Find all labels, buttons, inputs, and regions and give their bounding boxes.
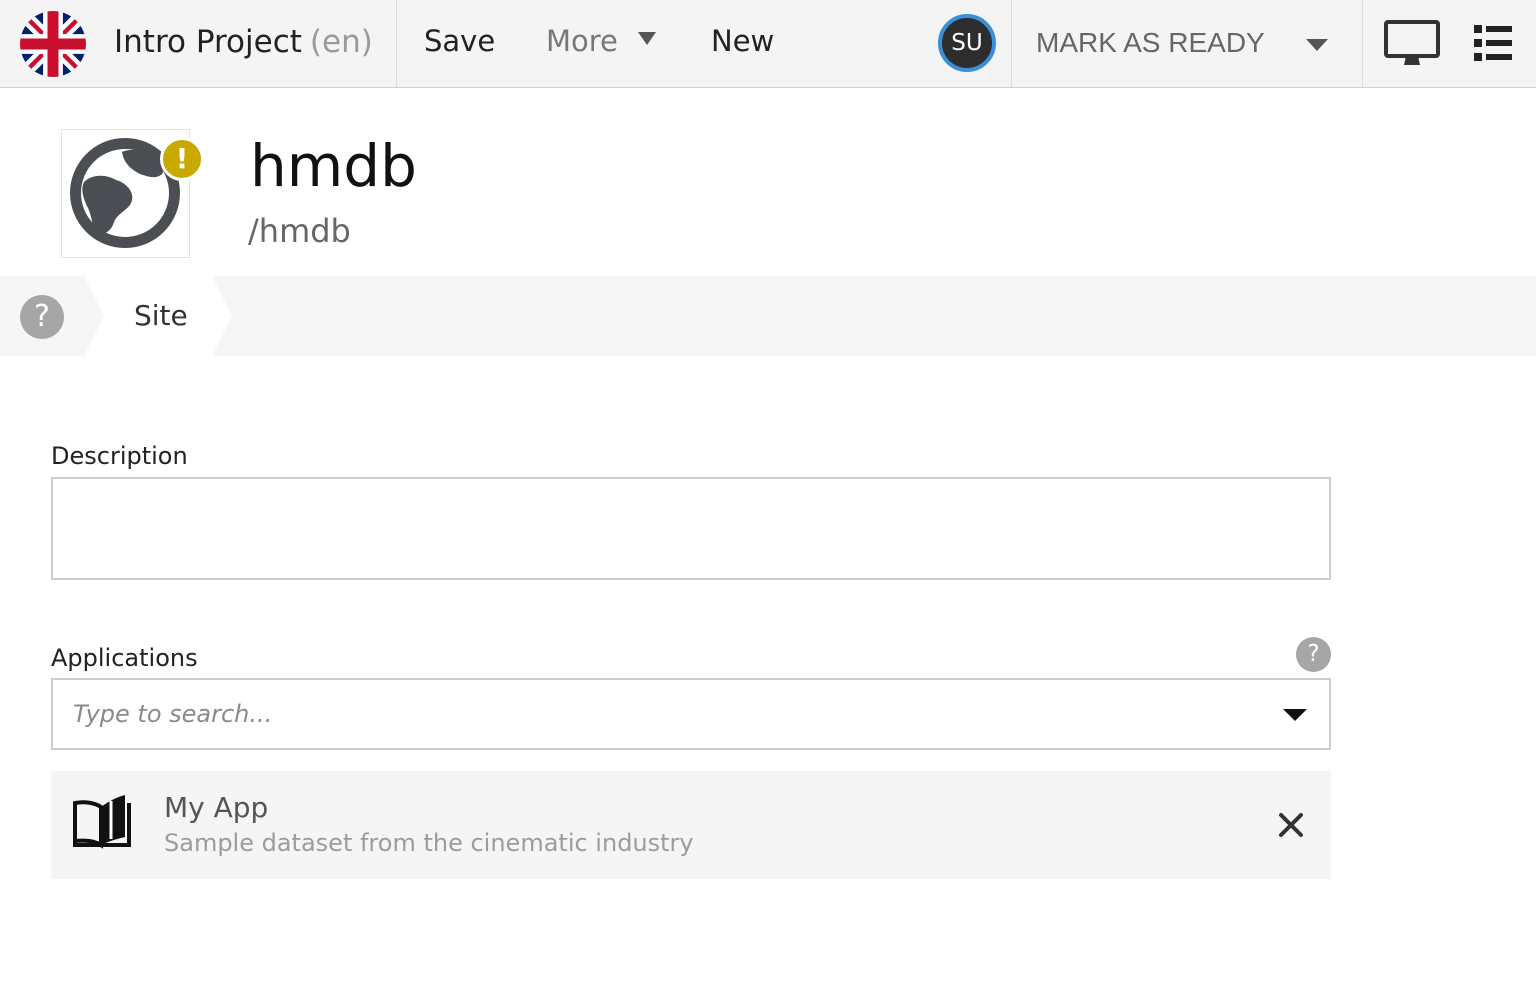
monitor-icon[interactable]: [1384, 20, 1440, 72]
page-path: /hmdb: [248, 212, 351, 250]
help-icon[interactable]: ?: [20, 295, 64, 339]
avatar[interactable]: SU: [938, 14, 996, 72]
breadcrumb: [0, 276, 1536, 356]
uk-flag-icon[interactable]: [20, 11, 86, 77]
toolbar-divider: [1362, 0, 1363, 87]
applications-help-icon[interactable]: ?: [1296, 637, 1331, 672]
chevron-down-icon[interactable]: [1283, 709, 1307, 721]
description-field[interactable]: [51, 477, 1331, 580]
search-input[interactable]: [73, 694, 1253, 734]
new-button[interactable]: New: [711, 24, 774, 58]
mark-as-ready-button[interactable]: MARK AS READY: [1036, 27, 1265, 59]
project-name[interactable]: Intro Project (en): [114, 24, 373, 60]
tab-site[interactable]: Site: [134, 299, 188, 332]
toolbar-divider: [1011, 0, 1012, 87]
list-icon[interactable]: [1474, 25, 1512, 65]
project-language: (en): [309, 24, 373, 60]
top-toolbar: Intro Project (en) Save More New SU MARK …: [0, 0, 1536, 88]
application-description: Sample dataset from the cinematic indust…: [164, 829, 694, 857]
chevron-down-icon: [637, 32, 656, 45]
toolbar-divider: [396, 0, 397, 87]
applications-search-field[interactable]: [51, 678, 1331, 750]
description-label: Description: [51, 442, 188, 470]
applications-label: Applications: [51, 644, 198, 672]
page-title: hmdb: [250, 132, 417, 200]
save-button[interactable]: Save: [424, 24, 495, 58]
application-name: My App: [164, 791, 269, 824]
list-item: My App Sample dataset from the cinematic…: [51, 771, 1331, 879]
more-button[interactable]: More: [546, 24, 656, 58]
more-label: More: [546, 24, 618, 58]
mark-ready-dropdown-icon[interactable]: [1306, 39, 1328, 51]
breadcrumb-background: [84, 276, 232, 356]
close-icon[interactable]: [1277, 811, 1305, 839]
book-icon: [71, 795, 133, 855]
warning-badge: !: [160, 137, 204, 181]
project-title: Intro Project: [114, 24, 302, 60]
